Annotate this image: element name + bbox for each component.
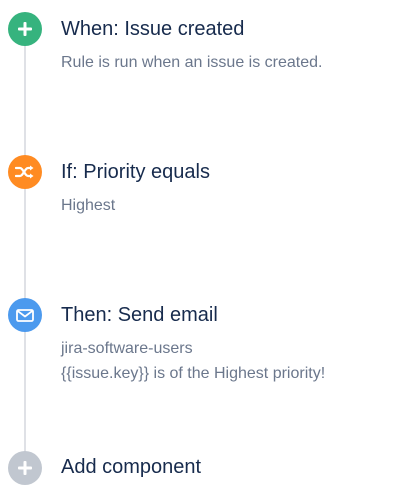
trigger-title: When: Issue created: [61, 18, 245, 40]
action-message: {{issue.key}} is of the Highest priority…: [61, 365, 326, 382]
timeline-line: [24, 30, 26, 462]
condition-shuffle-icon: [8, 155, 42, 189]
trigger-plus-icon: [8, 12, 42, 46]
trigger-description: Rule is run when an issue is created.: [61, 54, 323, 71]
action-envelope-icon: [8, 298, 42, 332]
rule-flow: When: Issue created Rule is run when an …: [0, 0, 395, 485]
action-title: Then: Send email: [61, 304, 218, 326]
add-component-label: Add component: [61, 456, 202, 478]
condition-title: If: Priority equals: [61, 161, 210, 183]
condition-description: Highest: [61, 197, 116, 214]
action-recipient: jira-software-users: [61, 340, 193, 357]
